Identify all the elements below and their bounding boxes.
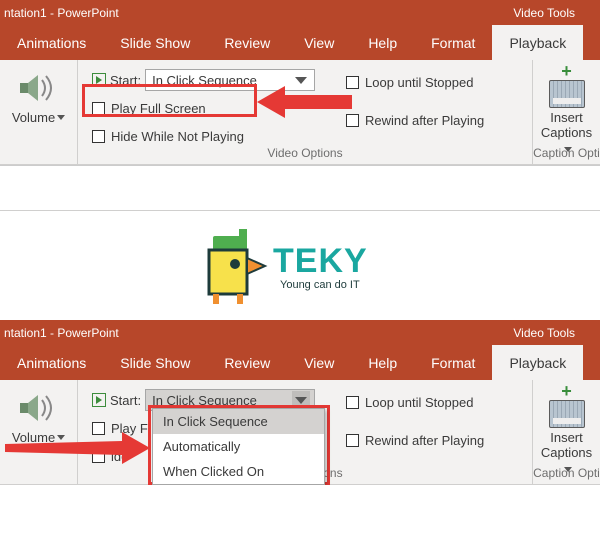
- volume-label: Volume: [12, 430, 55, 445]
- hide-while-not-playing-label-truncated: ide: [111, 449, 128, 464]
- start-dropdown[interactable]: In Click Sequence: [145, 69, 315, 91]
- start-row: Start: In Click Sequence: [92, 68, 342, 92]
- play-full-screen-checkbox[interactable]: [92, 102, 105, 115]
- tab-playback[interactable]: Playback: [492, 25, 583, 60]
- logo-tagline: Young can do IT: [280, 279, 360, 291]
- volume-icon[interactable]: [18, 390, 60, 426]
- group-label-caption-options: Caption Opti: [533, 146, 600, 160]
- play-full-screen-row[interactable]: Play Full Screen: [92, 96, 342, 120]
- chevron-down-icon: [57, 115, 65, 120]
- group-label-caption-options: Caption Opti: [533, 466, 600, 480]
- play-icon: [92, 393, 106, 407]
- document-title: ntation1 - PowerPoint: [0, 6, 119, 20]
- tab-format[interactable]: Format: [414, 345, 492, 380]
- plus-icon: +: [561, 64, 572, 78]
- title-bar: ntation1 - PowerPoint Video Tools: [0, 320, 600, 345]
- start-label: Start:: [110, 73, 141, 88]
- plus-icon: +: [561, 384, 572, 398]
- group-video-options: Start: In Click Sequence Play Full Scree…: [78, 60, 533, 164]
- loop-checkbox[interactable]: [346, 396, 359, 409]
- play-full-screen-label-truncated: Play F: [111, 421, 148, 436]
- rewind-label: Rewind after Playing: [365, 113, 484, 128]
- play-icon: [92, 73, 106, 87]
- tab-help[interactable]: Help: [351, 25, 414, 60]
- document-area: [0, 165, 600, 210]
- volume-button[interactable]: Volume: [12, 430, 65, 445]
- play-full-screen-checkbox[interactable]: [92, 422, 105, 435]
- title-bar: ntation1 - PowerPoint Video Tools: [0, 0, 600, 25]
- chevron-down-icon: [292, 391, 310, 409]
- tab-animations[interactable]: Animations: [0, 25, 103, 60]
- group-captions: + Insert Captions Caption Opti: [533, 60, 600, 164]
- start-dropdown-value: In Click Sequence: [152, 393, 257, 408]
- tab-slide-show[interactable]: Slide Show: [103, 345, 207, 380]
- logo-brand: TEKY: [273, 242, 368, 280]
- hide-while-not-playing-label: Hide While Not Playing: [111, 129, 244, 144]
- contextual-tab-title: Video Tools: [513, 326, 600, 340]
- panel-bottom: ntation1 - PowerPoint Video Tools Animat…: [0, 320, 600, 485]
- dropdown-item-in-click-sequence[interactable]: In Click Sequence: [153, 409, 324, 434]
- tab-view[interactable]: View: [287, 345, 351, 380]
- ribbon-tabs: Animations Slide Show Review View Help F…: [0, 345, 600, 380]
- rewind-row[interactable]: Rewind after Playing: [346, 428, 526, 452]
- rewind-row[interactable]: Rewind after Playing: [346, 108, 526, 132]
- ribbon: Volume Start: In Click Sequence Play Ful…: [0, 60, 600, 165]
- group-label-video-options: Video Options: [78, 146, 532, 160]
- tab-animations[interactable]: Animations: [0, 345, 103, 380]
- insert-captions-label: Insert Captions: [541, 110, 592, 140]
- ribbon-tabs: Animations Slide Show Review View Help F…: [0, 25, 600, 60]
- teky-logo: TEKY Young can do IT: [195, 226, 405, 306]
- volume-label: Volume: [12, 110, 55, 125]
- group-volume: Volume: [0, 380, 78, 484]
- tab-review[interactable]: Review: [207, 25, 287, 60]
- loop-checkbox[interactable]: [346, 76, 359, 89]
- group-volume: Volume: [0, 60, 78, 164]
- hide-while-not-playing-checkbox[interactable]: [92, 450, 105, 463]
- chevron-down-icon: [292, 71, 310, 89]
- captions-icon[interactable]: [549, 80, 585, 108]
- dropdown-item-when-clicked-on[interactable]: When Clicked On: [153, 459, 324, 484]
- tab-review[interactable]: Review: [207, 345, 287, 380]
- document-title: ntation1 - PowerPoint: [0, 326, 119, 340]
- chevron-down-icon: [57, 435, 65, 440]
- panel-top: ntation1 - PowerPoint Video Tools Animat…: [0, 0, 600, 210]
- rewind-checkbox[interactable]: [346, 114, 359, 127]
- volume-icon[interactable]: [18, 70, 60, 106]
- hide-while-not-playing-row[interactable]: Hide While Not Playing: [92, 124, 342, 148]
- captions-icon[interactable]: [549, 400, 585, 428]
- dropdown-item-automatically[interactable]: Automatically: [153, 434, 324, 459]
- tab-playback[interactable]: Playback: [492, 345, 583, 380]
- group-captions: + Insert Captions Caption Opti: [533, 380, 600, 484]
- start-label: Start:: [110, 393, 141, 408]
- tab-help[interactable]: Help: [351, 345, 414, 380]
- rewind-label: Rewind after Playing: [365, 433, 484, 448]
- loop-row[interactable]: Loop until Stopped: [346, 70, 526, 94]
- tab-view[interactable]: View: [287, 25, 351, 60]
- loop-label: Loop until Stopped: [365, 75, 473, 90]
- start-dropdown-value: In Click Sequence: [152, 73, 257, 88]
- loop-row[interactable]: Loop until Stopped: [346, 390, 526, 414]
- tab-slide-show[interactable]: Slide Show: [103, 25, 207, 60]
- rewind-checkbox[interactable]: [346, 434, 359, 447]
- start-dropdown-list[interactable]: In Click Sequence Automatically When Cli…: [152, 408, 325, 485]
- play-full-screen-label: Play Full Screen: [111, 101, 206, 116]
- insert-captions-label: Insert Captions: [541, 430, 592, 460]
- ribbon: Volume Start: In Click Sequence Play F: [0, 380, 600, 485]
- hide-while-not-playing-checkbox[interactable]: [92, 130, 105, 143]
- logo-strip: TEKY Young can do IT: [0, 210, 600, 320]
- contextual-tab-title: Video Tools: [513, 6, 600, 20]
- volume-button[interactable]: Volume: [12, 110, 65, 125]
- loop-label: Loop until Stopped: [365, 395, 473, 410]
- tab-format[interactable]: Format: [414, 25, 492, 60]
